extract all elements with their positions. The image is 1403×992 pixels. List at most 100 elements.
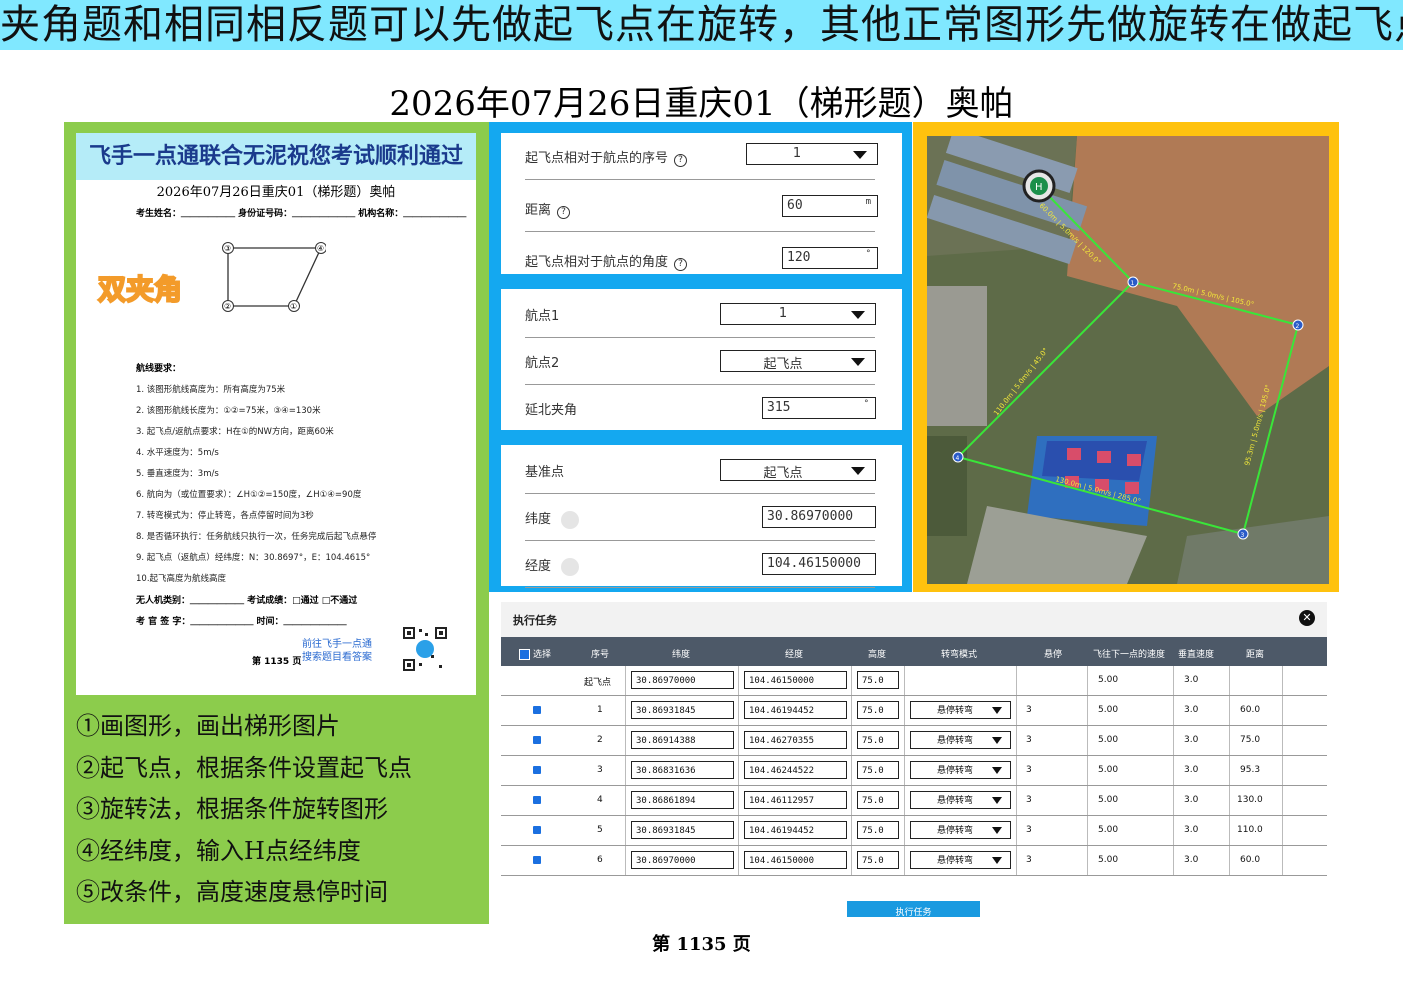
requirement-item: 7. 转弯模式为：停止转弯，各点停留时间为3秒 — [136, 511, 314, 521]
row-hover: 3 — [1026, 765, 1032, 775]
coord-base-row: 基准点 起飞点 — [525, 447, 876, 494]
satellite-map[interactable]: H 1 2 3 4 60.0m | 5.0m/s | 120.0° 75.0m … — [927, 136, 1329, 584]
row-lon-input[interactable]: 104.46194452 — [744, 821, 847, 839]
row-mode-select[interactable]: 悬停转弯 — [910, 761, 1011, 779]
row-speed: 5.00 — [1098, 735, 1119, 745]
row-checkbox[interactable] — [533, 706, 541, 714]
coord-lon-input[interactable]: 104.46150000 — [762, 553, 876, 575]
chevron-down-icon — [851, 311, 865, 319]
map-wp-3: 3 — [1241, 532, 1245, 539]
row-alt-input[interactable]: 75.0 — [857, 701, 899, 719]
row-lat-input[interactable]: 30.86931845 — [631, 821, 734, 839]
map-wp-4: 4 — [956, 455, 960, 462]
locate-icon[interactable] — [561, 557, 580, 576]
help-icon[interactable]: ? — [674, 154, 688, 167]
row-lat-input[interactable]: 30.86970000 — [631, 851, 734, 869]
requirement-item: 4. 水平速度为：5m/s — [136, 448, 219, 458]
shape-label-4: ④ — [317, 244, 324, 253]
rotate-wp2-select[interactable]: 起飞点 — [720, 350, 876, 372]
rotate-wp2-row: 航点2 起飞点 — [525, 338, 876, 385]
double-angle-badge: 双夹角 — [97, 272, 183, 307]
row-checkbox[interactable] — [533, 766, 541, 774]
row-dist: 60.0 — [1240, 855, 1261, 865]
row-seq: 2 — [597, 735, 603, 745]
steps-list: ①画图形，画出梯形图片 ②起飞点，根据条件设置起飞点 ③旋转法，根据条件旋转图形… — [76, 706, 412, 914]
row-lat-input[interactable]: 30.86931845 — [631, 701, 734, 719]
row-seq: 1 — [597, 705, 603, 715]
close-icon[interactable]: ✕ — [1299, 610, 1315, 626]
row-dist: 75.0 — [1240, 735, 1261, 745]
locate-icon[interactable] — [561, 510, 580, 529]
row-checkbox[interactable] — [533, 826, 541, 834]
coord-form: 基准点 起飞点 纬度 30.86970000 经度 104.46150000 — [501, 445, 902, 588]
task-dialog-header: 执行任务 ✕ — [501, 602, 1327, 637]
takeoff-seq-select[interactable]: 1 — [746, 143, 878, 165]
row-speed: 5.00 — [1098, 795, 1119, 805]
table-row: 2 30.86914388 104.46270355 75.0 悬停转弯 3 5… — [501, 726, 1327, 756]
row-checkbox[interactable] — [533, 796, 541, 804]
takeoff-angle-input[interactable]: 120 ° — [782, 247, 878, 269]
row-mode-select[interactable]: 悬停转弯 — [910, 851, 1011, 869]
table-row: 1 30.86931845 104.46194452 75.0 悬停转弯 3 5… — [501, 696, 1327, 726]
col-seq: 序号 — [591, 650, 610, 660]
exam-paper: 飞手一点通联合无泥祝您考试顺利通过 2026年07月26日重庆01（梯形题）奥帕… — [76, 133, 476, 695]
takeoff-dist-input[interactable]: 60 m — [782, 195, 878, 217]
col-speed: 飞往下一点的速度 — [1093, 650, 1166, 660]
row-seq: 4 — [597, 795, 603, 805]
row-mode-select[interactable]: 悬停转弯 — [910, 701, 1011, 719]
row-alt-input[interactable]: 75.0 — [857, 851, 899, 869]
requirement-item: 6. 航向为（或位置要求）：∠H①②=150度，∠H①④=90度 — [136, 490, 362, 500]
row-lon-input[interactable]: 104.46112957 — [744, 791, 847, 809]
row-lon-input[interactable]: 104.46150000 — [744, 851, 847, 869]
requirement-item: 8. 是否循环执行：任务航线只执行一次，任务完成后起飞点悬停 — [136, 532, 377, 542]
row-lat-input[interactable]: 30.86831636 — [631, 761, 734, 779]
shape-label-1: ① — [290, 302, 297, 311]
row-lat-input[interactable]: 30.86970000 — [631, 671, 734, 689]
takeoff-form: 起飞点相对于航点的序号? 1 距离? 60 m 起飞点相对于航点的角度? 120 ° — [501, 133, 902, 274]
row-mode-select[interactable]: 悬停转弯 — [910, 791, 1011, 809]
table-row-takeoff: 起飞点 30.86970000 104.46150000 75.0 5.00 3… — [501, 666, 1327, 696]
takeoff-seq-row: 起飞点相对于航点的序号? 1 — [525, 133, 878, 180]
row-lon-input[interactable]: 104.46150000 — [744, 671, 847, 689]
row-checkbox[interactable] — [533, 736, 541, 744]
help-icon[interactable]: ? — [674, 258, 688, 271]
col-alt: 高度 — [868, 650, 887, 660]
row-vspeed: 3.0 — [1184, 705, 1199, 715]
row-lat-input[interactable]: 30.86861894 — [631, 791, 734, 809]
select-all[interactable]: 选择 — [519, 647, 551, 660]
row-mode-select[interactable]: 悬停转弯 — [910, 731, 1011, 749]
takeoff-dist-label: 距离 — [525, 203, 552, 218]
row-alt-input[interactable]: 75.0 — [857, 761, 899, 779]
rotate-angle-label: 延北夹角 — [525, 403, 578, 418]
chevron-down-icon — [853, 151, 867, 159]
trapezoid-diagram: ③ ④ ② ① — [222, 242, 326, 312]
row-speed: 5.00 — [1098, 825, 1119, 835]
paper-footer-sign: 考 官 签 字：＿＿＿＿＿＿＿ 时间：＿＿＿＿＿＿＿ — [136, 617, 347, 627]
rotate-wp2-label: 航点2 — [525, 356, 560, 371]
row-lon-input[interactable]: 104.46244522 — [744, 761, 847, 779]
coord-base-label: 基准点 — [525, 465, 565, 480]
takeoff-seq-label: 起飞点相对于航点的序号 — [525, 151, 669, 166]
rotate-angle-input[interactable]: 315 ° — [762, 397, 876, 419]
row-alt-input[interactable]: 75.0 — [857, 731, 899, 749]
col-hover: 悬停 — [1044, 650, 1063, 660]
paper-header: 飞手一点通联合无泥祝您考试顺利通过 — [76, 133, 476, 180]
step-item: ②起飞点，根据条件设置起飞点 — [76, 753, 412, 782]
execute-task-button[interactable]: 执行任务 — [847, 901, 980, 917]
takeoff-angle-row: 起飞点相对于航点的角度? 120 ° — [525, 237, 878, 283]
row-lon-input[interactable]: 104.46270355 — [744, 731, 847, 749]
row-lon-input[interactable]: 104.46194452 — [744, 701, 847, 719]
rotate-angle-row: 延北夹角 315 ° — [525, 385, 876, 431]
coord-base-select[interactable]: 起飞点 — [720, 459, 876, 481]
row-alt-input[interactable]: 75.0 — [857, 821, 899, 839]
row-checkbox[interactable] — [533, 856, 541, 864]
col-lon: 经度 — [785, 650, 804, 660]
help-icon[interactable]: ? — [557, 206, 571, 219]
row-lat-input[interactable]: 30.86914388 — [631, 731, 734, 749]
row-alt-input[interactable]: 75.0 — [857, 791, 899, 809]
rotate-wp1-select[interactable]: 1 — [720, 303, 876, 325]
coord-lat-input[interactable]: 30.86970000 — [762, 506, 876, 528]
row-mode-select[interactable]: 悬停转弯 — [910, 821, 1011, 839]
row-seq: 5 — [597, 825, 603, 835]
row-alt-input[interactable]: 75.0 — [857, 671, 899, 689]
